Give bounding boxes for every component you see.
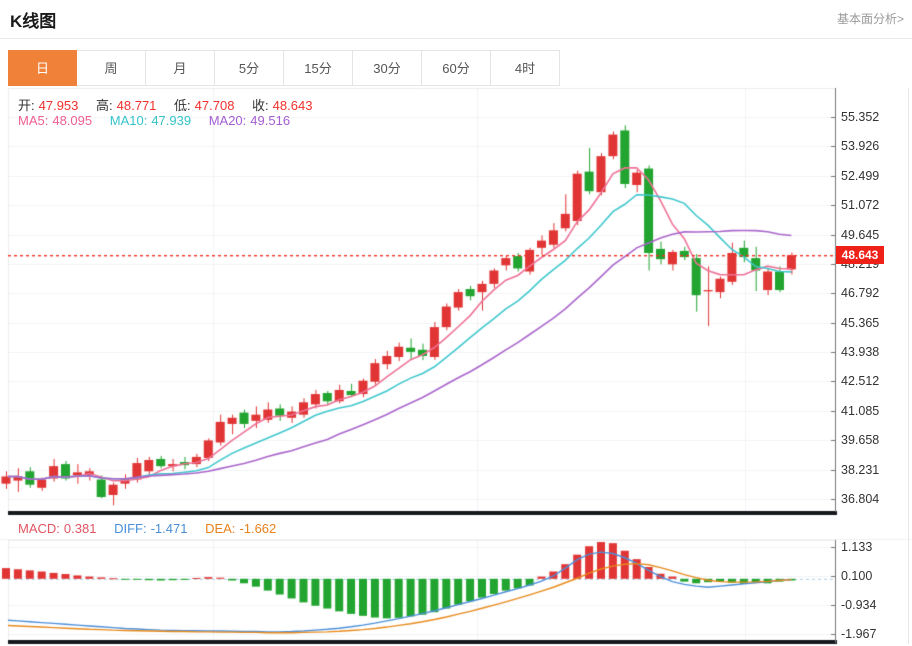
ma5-label: MA5: — [18, 113, 48, 128]
tab-60分[interactable]: 60分 — [422, 50, 491, 86]
kline-widget: K线图 基本面分析> 日周月5分15分30分60分4时 开: 47.953 高: 4… — [0, 0, 912, 646]
ma10-value: 47.939 — [151, 113, 191, 128]
macd-axis-label: 1.133 — [841, 540, 872, 554]
ma5-value: 48.095 — [52, 113, 92, 128]
fundamental-analysis-link[interactable]: 基本面分析> — [837, 10, 904, 27]
header-divider — [0, 38, 912, 39]
price-axis-label: 55.352 — [841, 110, 879, 124]
price-axis-label: 46.792 — [841, 286, 879, 300]
tab-30分[interactable]: 30分 — [353, 50, 422, 86]
widget-right-border — [908, 88, 909, 644]
tab-4时[interactable]: 4时 — [491, 50, 560, 86]
macd-value: 0.381 — [64, 521, 97, 536]
period-tabbar: 日周月5分15分30分60分4时 — [8, 50, 560, 86]
price-axis-label: 41.085 — [841, 404, 879, 418]
macd-info-row: MACD: 0.381 DIFF: -1.471 DEA: -1.662 — [18, 521, 280, 536]
price-axis-label: 42.512 — [841, 374, 879, 388]
price-axis-label: 49.645 — [841, 228, 879, 242]
tab-15分[interactable]: 15分 — [284, 50, 353, 86]
high-value: 48.771 — [117, 98, 157, 113]
price-axis-label: 45.365 — [841, 316, 879, 330]
ma20-value: 49.516 — [250, 113, 290, 128]
price-axis-label: 51.072 — [841, 198, 879, 212]
high-label: 高: — [96, 98, 113, 113]
last-price-tag: 48.643 — [836, 246, 884, 264]
dea-label: DEA: — [205, 521, 235, 536]
ma10-label: MA10: — [110, 113, 148, 128]
price-axis-label: 38.231 — [841, 463, 879, 477]
close-label: 收: — [252, 98, 269, 113]
low-label: 低: — [174, 98, 191, 113]
price-axis-label: 53.926 — [841, 139, 879, 153]
close-value: 48.643 — [273, 98, 313, 113]
price-axis-label: 39.658 — [841, 433, 879, 447]
tab-月[interactable]: 月 — [146, 50, 215, 86]
low-value: 47.708 — [195, 98, 235, 113]
tab-日[interactable]: 日 — [8, 50, 77, 86]
macd-label: MACD: — [18, 521, 60, 536]
open-value: 47.953 — [39, 98, 79, 113]
price-axis-label: 52.499 — [841, 169, 879, 183]
open-label: 开: — [18, 98, 35, 113]
price-axis-label: 43.938 — [841, 345, 879, 359]
ma20-label: MA20: — [209, 113, 247, 128]
tab-5分[interactable]: 5分 — [215, 50, 284, 86]
page-title: K线图 — [10, 7, 56, 32]
macd-axis-label: 0.100 — [841, 569, 872, 583]
macd-axis-label: -0.934 — [841, 598, 876, 612]
ma-info-row: MA5: 48.095 MA10:47.939 MA20:49.516 — [18, 113, 294, 128]
diff-value: -1.471 — [151, 521, 188, 536]
ohlc-info-row: 开: 47.953 高: 48.771 低: 47.708 收: 48.643 — [18, 95, 316, 114]
dea-value: -1.662 — [239, 521, 276, 536]
macd-axis-label: -1.967 — [841, 627, 876, 641]
diff-label: DIFF: — [114, 521, 147, 536]
tab-周[interactable]: 周 — [77, 50, 146, 86]
price-axis-label: 36.804 — [841, 492, 879, 506]
